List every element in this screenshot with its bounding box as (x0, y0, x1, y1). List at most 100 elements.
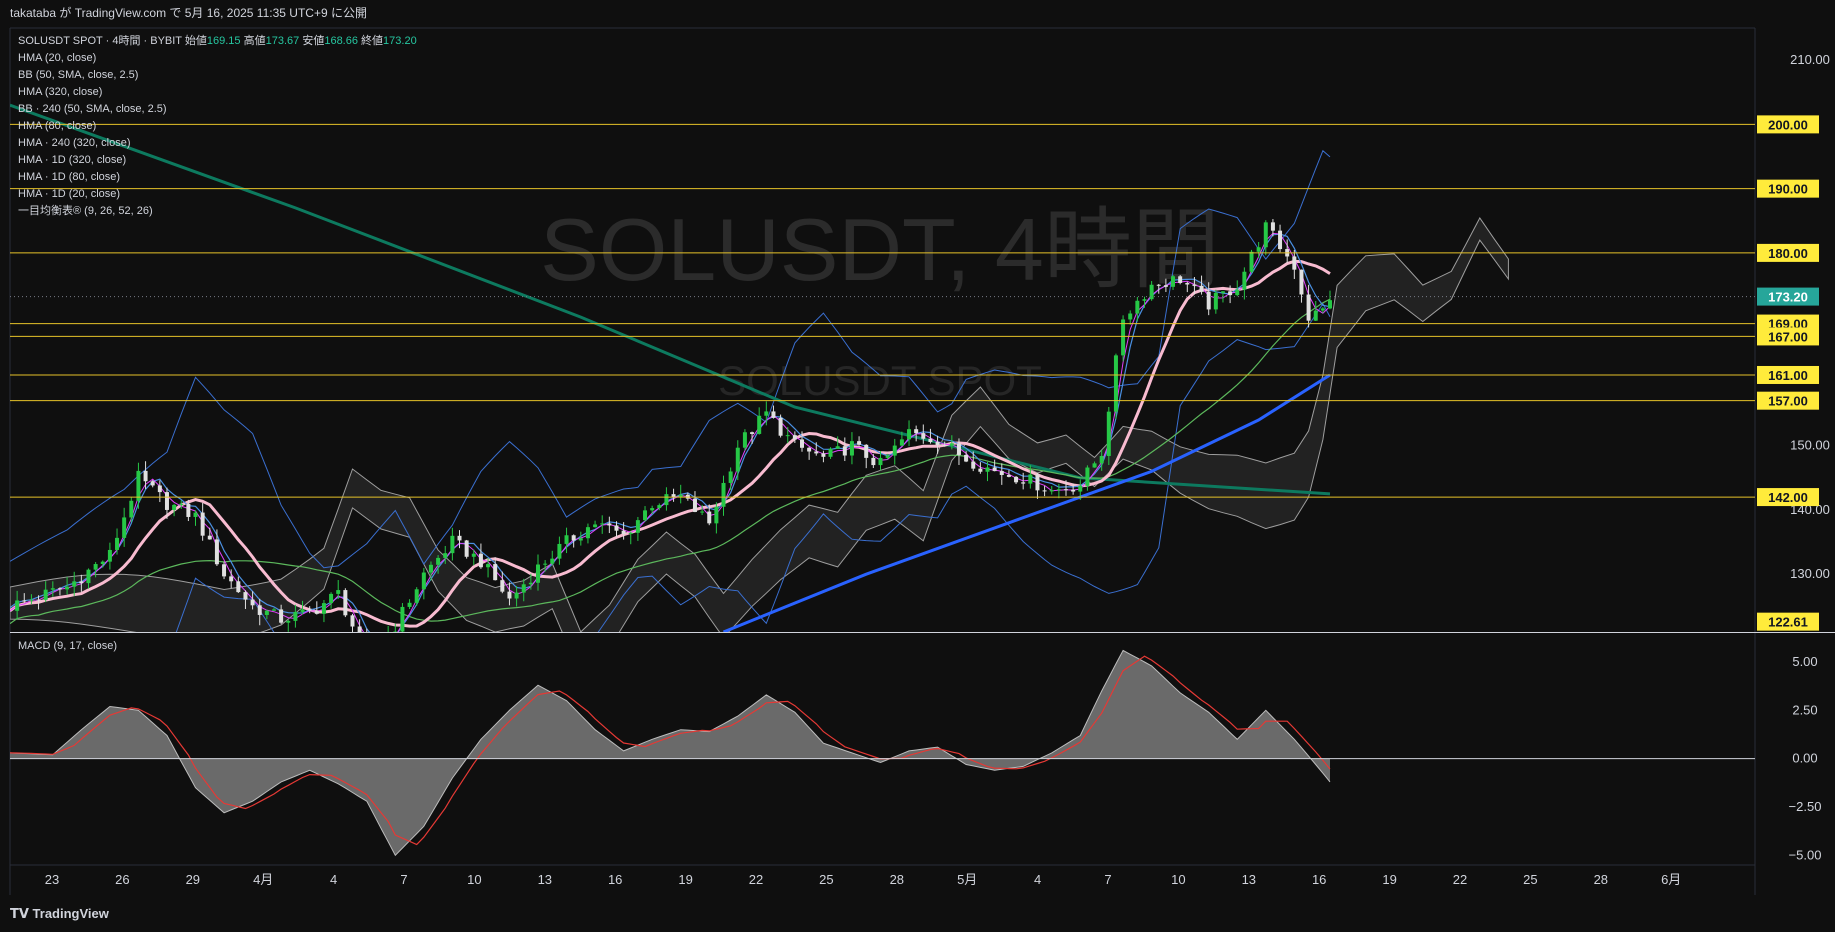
candle-body (1106, 411, 1111, 456)
candle-body (657, 505, 662, 509)
candle-body (72, 581, 77, 587)
candle-body (1313, 310, 1318, 321)
legend-indicator[interactable]: HMA · 1D (80, close) (18, 169, 417, 186)
candle-body (1185, 282, 1190, 285)
candle-body (1178, 276, 1183, 283)
candle-body (700, 511, 705, 513)
candle-body (1085, 467, 1090, 486)
legend-indicator[interactable]: HMA (80, close) (18, 118, 417, 135)
candle-body (792, 435, 797, 440)
time-tick: 28 (890, 872, 904, 887)
candle-body (443, 553, 448, 558)
candle-body (528, 582, 533, 585)
watermark-sub: SOLUSDT SPOT (718, 357, 1042, 404)
candle-body (250, 599, 255, 606)
candle-body (835, 446, 840, 449)
candle-body (1028, 474, 1033, 484)
time-tick: 4 (330, 872, 337, 887)
candle-body (735, 447, 740, 472)
candle-body (1121, 319, 1126, 356)
candle-body (564, 535, 569, 544)
candle-body (1113, 355, 1118, 412)
candle-body (664, 494, 669, 506)
legend-open-label: 始値 (184, 35, 207, 47)
candle-body (1035, 474, 1040, 491)
time-tick: 6月 (1661, 872, 1681, 887)
candle-body (350, 615, 355, 627)
time-tick: 25 (819, 872, 833, 887)
candle-body (1128, 313, 1133, 320)
candle-body (36, 599, 41, 601)
candle-body (107, 549, 112, 562)
candle-body (828, 448, 833, 457)
time-tick: 13 (538, 872, 552, 887)
tradingview-logo[interactable]: 𝗧𝗩 TradingView (10, 906, 109, 922)
candle-body (1199, 285, 1204, 292)
candle-body (79, 581, 84, 584)
candle-body (172, 504, 177, 510)
candle-body (607, 523, 612, 526)
candle-body (471, 553, 476, 557)
candle-body (43, 589, 48, 600)
time-tick: 7 (1104, 872, 1111, 887)
price-label: 180.00 (1768, 246, 1808, 261)
legend-indicator[interactable]: HMA · 240 (320, close) (18, 135, 417, 152)
macd-tick: 5.00 (1792, 654, 1817, 669)
time-tick: 26 (115, 872, 129, 887)
candle-body (15, 600, 20, 611)
candle-body (478, 553, 483, 568)
candle-body (214, 539, 219, 565)
candle-body (907, 429, 912, 440)
legend-open: 169.15 (206, 35, 241, 47)
candle-body (1192, 284, 1197, 286)
candle-body (800, 439, 804, 448)
candle-body (200, 512, 205, 536)
legend-indicator[interactable]: HMA (20, close) (18, 50, 417, 67)
candle-body (293, 611, 298, 621)
candle-body (692, 498, 697, 512)
candle-body (1014, 476, 1019, 483)
macd-panel-title: MACD (9, 17, close) (18, 640, 118, 652)
candle-body (464, 540, 469, 557)
candle-body (821, 453, 826, 457)
candle-body (1049, 490, 1054, 492)
candle-body (500, 580, 505, 592)
candle-body (578, 538, 583, 541)
candle-body (507, 591, 512, 599)
candle-body (600, 523, 605, 525)
time-tick: 5月 (957, 872, 977, 887)
legend-indicator[interactable]: BB (50, SMA, close, 2.5) (18, 67, 417, 84)
time-tick: 4 (1034, 872, 1041, 887)
time-tick: 19 (1382, 872, 1396, 887)
candle-body (414, 589, 419, 603)
candle-body (928, 438, 933, 442)
candle-body (1099, 455, 1104, 464)
candle-body (742, 432, 747, 448)
price-tick: 150.00 (1790, 438, 1830, 453)
time-tick: 25 (1523, 872, 1537, 887)
legend-indicator[interactable]: HMA · 1D (20, close) (18, 186, 417, 203)
candle-body (1242, 271, 1247, 290)
legend-indicator[interactable]: BB · 240 (50, SMA, close, 2.5) (18, 101, 417, 118)
candle-body (771, 411, 776, 418)
publish-text: takataba が TradingView.com で 5月 16, 2025… (10, 6, 367, 20)
candle-body (129, 500, 134, 518)
candle-body (878, 457, 883, 466)
time-tick: 10 (1171, 872, 1185, 887)
legend-indicator[interactable]: 一目均衡表® (9, 26, 52, 26) (18, 203, 417, 220)
candle-body (621, 530, 626, 535)
candle-body (329, 593, 334, 604)
time-tick: 4月 (253, 872, 273, 887)
candle-body (343, 590, 348, 616)
candle-body (807, 447, 812, 452)
time-tick: 16 (1312, 872, 1326, 887)
candle-body (207, 535, 212, 540)
candle-body (778, 417, 783, 436)
legend-indicator[interactable]: HMA (320, close) (18, 84, 417, 101)
legend-indicator[interactable]: HMA · 1D (320, close) (18, 152, 417, 169)
price-label: 167.00 (1768, 329, 1808, 344)
time-tick: 13 (1242, 872, 1256, 887)
price-label: 173.20 (1768, 290, 1808, 305)
candle-body (978, 468, 983, 472)
candle-body (1220, 291, 1225, 293)
